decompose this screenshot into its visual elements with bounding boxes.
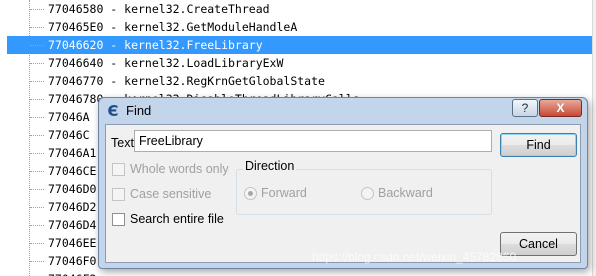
tree-branch-line xyxy=(30,45,44,46)
tree-branch-line xyxy=(30,189,44,190)
tree-row-label: 77046A xyxy=(48,110,90,124)
vertical-scrollbar[interactable] xyxy=(592,0,596,276)
tree-branch-line xyxy=(30,243,44,244)
tree-branch-line xyxy=(30,225,44,226)
radio-dot xyxy=(244,187,257,200)
dialog-title: Find xyxy=(126,103,152,118)
tree-row-label: 77046580 - kernel32.CreateThread xyxy=(48,2,270,16)
tree-row-label: 77046640 - kernel32.LoadLibraryExW xyxy=(48,56,284,70)
tree-branch-line xyxy=(30,117,44,118)
dialog-titlebar[interactable]: Є Find ? X xyxy=(99,98,587,124)
tree-row-label: 77046EE xyxy=(48,236,97,250)
tree-row-label: 770465E0 - kernel32.GetModuleHandleA xyxy=(48,20,298,34)
tree-branch-line xyxy=(30,99,44,100)
tree-row-label: 77046D4 xyxy=(48,218,97,232)
find-app-icon: Є xyxy=(107,102,119,120)
whole-words-label: Whole words only xyxy=(130,162,229,176)
tree-row-label: 77046F0 xyxy=(48,254,97,268)
close-button[interactable]: X xyxy=(539,99,582,117)
find-button[interactable]: Find xyxy=(500,133,577,157)
dialog-client-area: Text Find Whole words only Case sensitiv… xyxy=(105,124,581,263)
tree-row[interactable]: 77046770 - kernel32.RegKrnGetGlobalState xyxy=(0,72,596,90)
tree-branch-line xyxy=(30,207,44,208)
tree-row-label: 77046D2 xyxy=(48,200,97,214)
tree-row-label: 77046CE xyxy=(48,164,97,178)
help-button[interactable]: ? xyxy=(512,99,538,117)
checkbox-box xyxy=(112,163,125,176)
find-dialog: Є Find ? X Text Find Whole words only Ca… xyxy=(98,97,588,269)
backward-label: Backward xyxy=(378,186,433,200)
forward-label: Forward xyxy=(261,186,307,200)
tree-row-label: 77046D0 xyxy=(48,182,97,196)
tree-row[interactable]: 77046640 - kernel32.LoadLibraryExW xyxy=(0,54,596,72)
tree-row[interactable]: 77046F2 xyxy=(0,270,596,276)
checkbox-box xyxy=(112,188,125,201)
tree-row-label: 77046770 - kernel32.RegKrnGetGlobalState xyxy=(48,74,325,88)
tree-row-label: 77046620 - kernel32.FreeLibrary xyxy=(48,38,263,52)
tree-branch-line xyxy=(30,81,44,82)
tree-row[interactable]: 77046580 - kernel32.CreateThread xyxy=(0,0,596,18)
search-text-input[interactable] xyxy=(134,130,492,152)
tree-branch-line xyxy=(30,171,44,172)
tree-row-label: 77046C xyxy=(48,128,90,142)
tree-branch-line xyxy=(30,135,44,136)
direction-legend: Direction xyxy=(243,159,297,173)
tree-branch-line xyxy=(30,9,44,10)
tree-branch-line xyxy=(30,261,44,262)
tree-row[interactable]: 77046620 - kernel32.FreeLibrary xyxy=(0,36,596,54)
tree-branch-line xyxy=(30,153,44,154)
tree-row-label: 77046F2 xyxy=(48,270,96,276)
tree-branch-line xyxy=(30,27,44,28)
tree-branch-line xyxy=(30,63,44,64)
radio-dot xyxy=(361,187,374,200)
tree-row[interactable]: 770465E0 - kernel32.GetModuleHandleA xyxy=(0,18,596,36)
case-sensitive-label: Case sensitive xyxy=(130,187,212,201)
watermark-text: https://blog.csdn.net/weixin_45782860 xyxy=(312,250,517,264)
search-entire-file-label: Search entire file xyxy=(130,212,224,226)
checkbox-box xyxy=(112,213,125,226)
tree-row-label: 77046A1 xyxy=(48,146,97,160)
text-label: Text xyxy=(111,136,134,150)
